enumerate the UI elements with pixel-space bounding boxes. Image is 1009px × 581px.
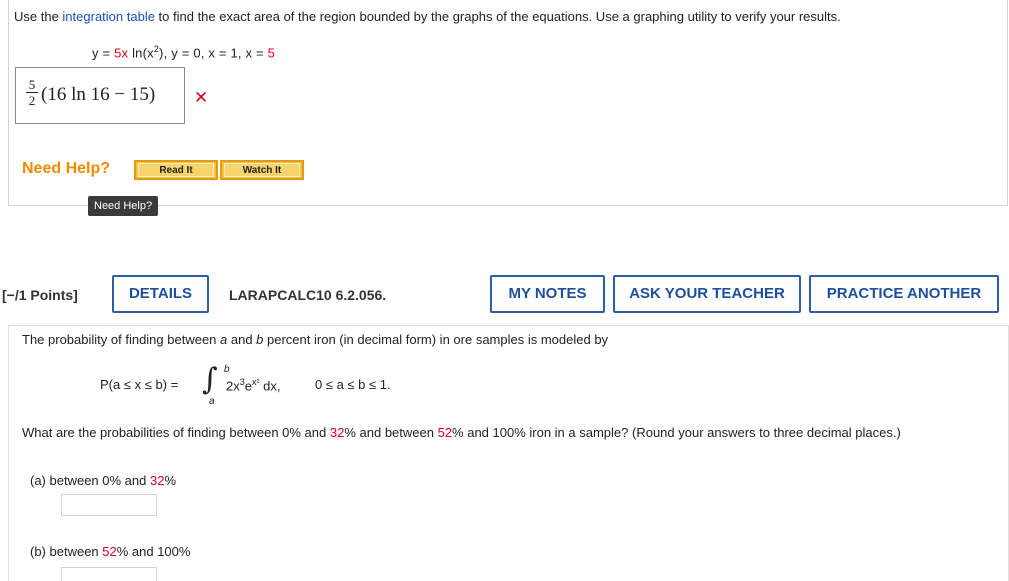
probability-question: What are the probabilities of finding be… — [22, 424, 992, 442]
question-value: 52 — [437, 425, 453, 440]
intro-part: The probability of finding between — [22, 332, 221, 347]
question-part: What are the probabilities of finding be… — [22, 425, 330, 440]
watch-it-button[interactable]: Watch It — [220, 160, 304, 180]
part-b-value: 52 — [102, 544, 117, 559]
my-notes-button[interactable]: MY NOTES — [490, 275, 605, 313]
part-a-answer-input[interactable] — [61, 494, 157, 516]
course-code: LARAPCALC10 6.2.056. — [229, 287, 387, 303]
ask-teacher-button[interactable]: ASK YOUR TEACHER — [613, 275, 801, 313]
probability-intro: The probability of finding between a and… — [22, 332, 608, 347]
integrand: 2x3ex² dx, — [226, 377, 280, 393]
eq-coef: 5x — [114, 45, 129, 61]
answer-box[interactable]: 5 2 (16 ln 16 − 15) — [15, 67, 185, 124]
question-text-part: to find the exact area of the region bou… — [154, 9, 841, 24]
part-b-answer-input[interactable] — [61, 567, 157, 581]
integrand-part: dx, — [259, 378, 281, 394]
question-text: Use the integration table to find the ex… — [14, 9, 841, 24]
answer-expression: (16 ln 16 − 15) — [41, 84, 156, 105]
question-card-2 — [8, 325, 1009, 581]
incorrect-icon: ✕ — [194, 88, 209, 107]
eq-bound: 5 — [267, 45, 276, 61]
integrand-part: 2x — [226, 378, 240, 394]
intro-part: percent iron (in decimal form) in ore sa… — [263, 332, 609, 347]
points-label: [−/1 Points] — [2, 287, 78, 303]
eq-part: y = — [92, 45, 115, 61]
integral-lower-limit: a — [209, 396, 215, 407]
practice-another-button[interactable]: PRACTICE ANOTHER — [809, 275, 999, 313]
part-a-text: % — [164, 473, 176, 488]
eq-part: ln(x — [128, 45, 154, 61]
part-b-text: % and 100% — [116, 544, 191, 559]
read-it-label: Read It — [138, 163, 214, 177]
question-part: % and 100% iron in a sample? (Round your… — [452, 425, 901, 440]
part-b-label: (b) between 52% and 100% — [30, 544, 190, 559]
probability-lhs: P(a ≤ x ≤ b) = — [100, 377, 179, 392]
need-help-label: Need Help? — [22, 160, 111, 177]
integrand-part: e — [244, 378, 252, 394]
integration-table-link[interactable]: integration table — [62, 9, 155, 24]
watch-it-label: Watch It — [224, 163, 300, 177]
answer-fraction: 5 2 — [26, 78, 38, 107]
domain-constraint: 0 ≤ a ≤ b ≤ 1. — [315, 377, 391, 392]
question-part: % and between — [344, 425, 438, 440]
part-b-text: (b) between — [30, 544, 103, 559]
question-value: 32 — [329, 425, 345, 440]
eq-part: ), y = 0, x = 1, x = — [159, 45, 268, 61]
part-a-value: 32 — [149, 473, 165, 488]
fraction-denominator: 2 — [28, 93, 36, 108]
intro-part: and — [227, 332, 257, 347]
equations: y = 5x ln(x2), y = 0, x = 1, x = 5 — [92, 44, 275, 60]
read-it-button[interactable]: Read It — [134, 160, 218, 180]
integral-sign-icon: ∫ — [202, 362, 218, 397]
fraction-numerator: 5 — [28, 77, 36, 92]
need-help-tooltip: Need Help? — [88, 196, 159, 216]
details-button[interactable]: DETAILS — [112, 275, 209, 313]
part-a-text: (a) between 0% and — [30, 473, 150, 488]
part-a-label: (a) between 0% and 32% — [30, 473, 176, 488]
integral-upper-limit: b — [224, 364, 230, 375]
question-text-part: Use the — [14, 9, 63, 24]
